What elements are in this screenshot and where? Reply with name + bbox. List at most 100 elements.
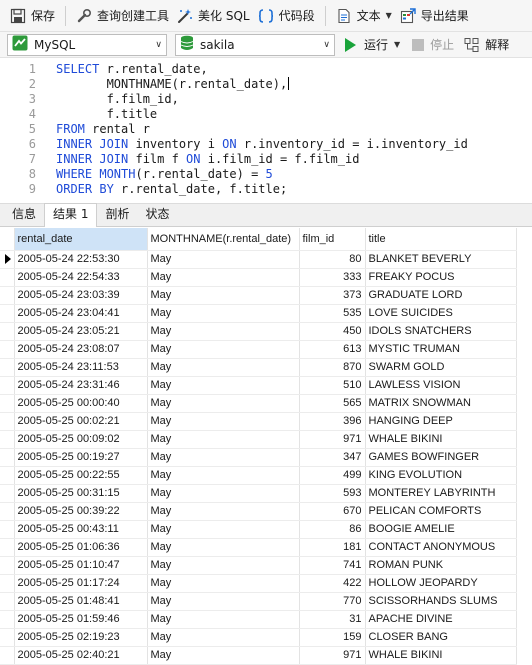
cell-title[interactable]: WHALE BIKINI bbox=[365, 430, 517, 449]
cell-title[interactable]: KING EVOLUTION bbox=[365, 466, 517, 485]
cell-title[interactable]: BLANKET BEVERLY bbox=[365, 250, 517, 269]
table-row[interactable]: 2005-05-25 00:31:15 May 593 MONTEREY LABYRI… bbox=[0, 484, 517, 503]
row-header[interactable] bbox=[0, 592, 15, 611]
row-header[interactable] bbox=[0, 358, 15, 377]
cell-film-id[interactable]: 741 bbox=[299, 556, 366, 575]
cell-film-id[interactable]: 613 bbox=[299, 340, 366, 359]
cell-monthname[interactable]: May bbox=[147, 250, 300, 269]
cell-title[interactable]: CLOSER BANG bbox=[365, 628, 517, 647]
cell-rental-date[interactable]: 2005-05-25 00:00:40 bbox=[14, 394, 148, 413]
table-row[interactable]: 2005-05-25 02:19:23 May 159 CLOSER BANG bbox=[0, 628, 517, 647]
table-row[interactable]: 2005-05-25 01:06:36 May 181 CONTACT ANONYMO… bbox=[0, 538, 517, 557]
cell-film-id[interactable]: 770 bbox=[299, 592, 366, 611]
cell-rental-date[interactable]: 2005-05-25 00:22:55 bbox=[14, 466, 148, 485]
cell-title[interactable]: SCISSORHANDS SLUMS bbox=[365, 592, 517, 611]
cell-rental-date[interactable]: 2005-05-24 23:05:21 bbox=[14, 322, 148, 341]
table-row[interactable]: 2005-05-25 00:39:22 May 670 PELICAN COMFORT… bbox=[0, 502, 517, 521]
cell-film-id[interactable]: 422 bbox=[299, 574, 366, 593]
row-header[interactable] bbox=[0, 286, 15, 305]
cell-film-id[interactable]: 373 bbox=[299, 286, 366, 305]
row-header[interactable] bbox=[0, 610, 15, 629]
table-row[interactable]: 2005-05-25 01:17:24 May 422 HOLLOW JEOPARDY bbox=[0, 574, 517, 593]
column-header-rental-date[interactable]: rental_date bbox=[14, 228, 148, 251]
row-header[interactable] bbox=[0, 304, 15, 323]
cell-film-id[interactable]: 510 bbox=[299, 376, 366, 395]
cell-film-id[interactable]: 80 bbox=[299, 250, 366, 269]
table-row[interactable]: 2005-05-24 22:53:30 May 80 BLANKET BEVERLY bbox=[0, 250, 517, 269]
export-results-button[interactable]: 导出结果 bbox=[396, 4, 473, 28]
cell-monthname[interactable]: May bbox=[147, 340, 300, 359]
row-header[interactable] bbox=[0, 340, 15, 359]
result-tab[interactable]: 信息 bbox=[4, 204, 44, 226]
cell-monthname[interactable]: May bbox=[147, 484, 300, 503]
cell-monthname[interactable]: May bbox=[147, 412, 300, 431]
table-row[interactable]: 2005-05-25 00:09:02 May 971 WHALE BIKINI bbox=[0, 430, 517, 449]
cell-rental-date[interactable]: 2005-05-25 00:31:15 bbox=[14, 484, 148, 503]
cell-film-id[interactable]: 499 bbox=[299, 466, 366, 485]
cell-monthname[interactable]: May bbox=[147, 520, 300, 539]
row-header[interactable] bbox=[0, 628, 15, 647]
row-header[interactable] bbox=[0, 538, 15, 557]
table-row[interactable]: 2005-05-25 00:00:40 May 565 MATRIX SNOWMAN bbox=[0, 394, 517, 413]
code-line[interactable]: 9 ORDER BY r.rental_date, f.title; bbox=[0, 182, 532, 197]
cell-monthname[interactable]: May bbox=[147, 376, 300, 395]
table-row[interactable]: 2005-05-25 00:22:55 May 499 KING EVOLUTION bbox=[0, 466, 517, 485]
table-row[interactable]: 2005-05-25 01:10:47 May 741 ROMAN PUNK bbox=[0, 556, 517, 575]
cell-rental-date[interactable]: 2005-05-24 23:03:39 bbox=[14, 286, 148, 305]
table-row[interactable]: 2005-05-24 23:04:41 May 535 LOVE SUICIDES bbox=[0, 304, 517, 323]
row-header[interactable] bbox=[0, 412, 15, 431]
cell-title[interactable]: WHALE BIKINI bbox=[365, 646, 517, 665]
code-snippet-button[interactable]: 代码段 bbox=[254, 4, 319, 28]
cell-rental-date[interactable]: 2005-05-25 02:40:21 bbox=[14, 646, 148, 665]
connection-select[interactable]: MySQL ∨ bbox=[7, 33, 167, 56]
table-row[interactable]: 2005-05-25 01:59:46 May 31 APACHE DIVINE bbox=[0, 610, 517, 629]
sql-editor[interactable]: 1 SELECT r.rental_date, 2 MONTHNAME(r.rent… bbox=[0, 58, 532, 202]
cell-film-id[interactable]: 593 bbox=[299, 484, 366, 503]
row-header[interactable] bbox=[0, 484, 15, 503]
cell-rental-date[interactable]: 2005-05-25 00:09:02 bbox=[14, 430, 148, 449]
cell-monthname[interactable]: May bbox=[147, 268, 300, 287]
cell-film-id[interactable]: 971 bbox=[299, 430, 366, 449]
cell-monthname[interactable]: May bbox=[147, 646, 300, 665]
row-header[interactable] bbox=[0, 646, 15, 665]
cell-title[interactable]: MATRIX SNOWMAN bbox=[365, 394, 517, 413]
cell-title[interactable]: BOOGIE AMELIE bbox=[365, 520, 517, 539]
row-header[interactable] bbox=[0, 502, 15, 521]
cell-title[interactable]: LOVE SUICIDES bbox=[365, 304, 517, 323]
cell-rental-date[interactable]: 2005-05-24 22:53:30 bbox=[14, 250, 148, 269]
table-row[interactable]: 2005-05-25 01:48:41 May 770 SCISSORHANDS SL… bbox=[0, 592, 517, 611]
cell-title[interactable]: FREAKY POCUS bbox=[365, 268, 517, 287]
table-row[interactable]: 2005-05-24 22:54:33 May 333 FREAKY POCUS bbox=[0, 268, 517, 287]
cell-film-id[interactable]: 971 bbox=[299, 646, 366, 665]
cell-monthname[interactable]: May bbox=[147, 430, 300, 449]
cell-film-id[interactable]: 870 bbox=[299, 358, 366, 377]
cell-monthname[interactable]: May bbox=[147, 304, 300, 323]
cell-title[interactable]: PELICAN COMFORTS bbox=[365, 502, 517, 521]
cell-title[interactable]: IDOLS SNATCHERS bbox=[365, 322, 517, 341]
code-line[interactable]: 7 INNER JOIN film f ON i.film_id = f.film… bbox=[0, 152, 532, 167]
cell-monthname[interactable]: May bbox=[147, 592, 300, 611]
code-line[interactable]: 2 MONTHNAME(r.rental_date), bbox=[0, 77, 532, 92]
row-header[interactable] bbox=[0, 448, 15, 467]
cell-film-id[interactable]: 159 bbox=[299, 628, 366, 647]
beautify-sql-button[interactable]: 美化 SQL bbox=[173, 4, 254, 28]
table-row[interactable]: 2005-05-24 23:11:53 May 870 SWARM GOLD bbox=[0, 358, 517, 377]
code-line[interactable]: 4 f.title bbox=[0, 107, 532, 122]
cell-rental-date[interactable]: 2005-05-25 00:39:22 bbox=[14, 502, 148, 521]
cell-rental-date[interactable]: 2005-05-25 01:59:46 bbox=[14, 610, 148, 629]
cell-monthname[interactable]: May bbox=[147, 322, 300, 341]
cell-monthname[interactable]: May bbox=[147, 394, 300, 413]
cell-monthname[interactable]: May bbox=[147, 466, 300, 485]
cell-film-id[interactable]: 31 bbox=[299, 610, 366, 629]
cell-title[interactable]: APACHE DIVINE bbox=[365, 610, 517, 629]
cell-title[interactable]: GAMES BOWFINGER bbox=[365, 448, 517, 467]
cell-rental-date[interactable]: 2005-05-25 00:02:21 bbox=[14, 412, 148, 431]
cell-title[interactable]: CONTACT ANONYMOUS bbox=[365, 538, 517, 557]
cell-film-id[interactable]: 535 bbox=[299, 304, 366, 323]
cell-monthname[interactable]: May bbox=[147, 286, 300, 305]
row-header[interactable] bbox=[0, 250, 15, 269]
cell-rental-date[interactable]: 2005-05-25 01:10:47 bbox=[14, 556, 148, 575]
cell-film-id[interactable]: 181 bbox=[299, 538, 366, 557]
cell-monthname[interactable]: May bbox=[147, 502, 300, 521]
row-header[interactable] bbox=[0, 574, 15, 593]
